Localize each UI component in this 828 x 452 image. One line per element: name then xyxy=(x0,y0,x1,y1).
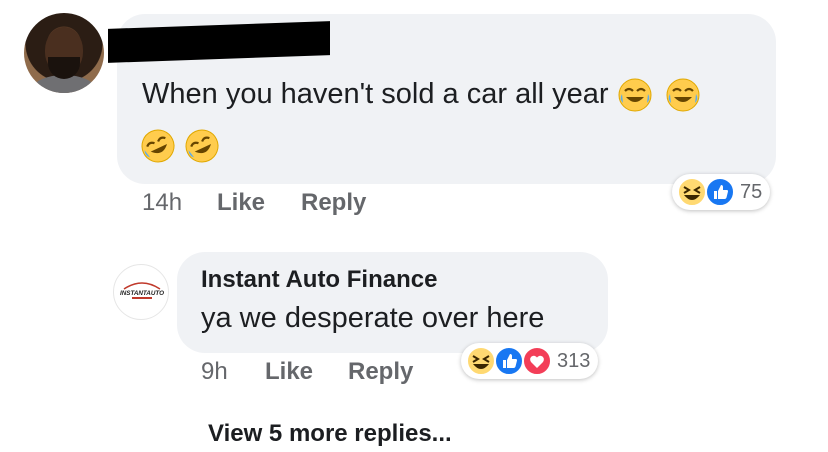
page-avatar[interactable]: INSTANTAUTO xyxy=(113,264,169,320)
commenter-avatar[interactable] xyxy=(24,13,104,93)
reply-reply-button[interactable]: Reply xyxy=(348,358,413,386)
love-icon xyxy=(522,346,552,376)
reaction-summary[interactable]: 75 xyxy=(672,174,771,210)
reply-button[interactable]: Reply xyxy=(301,189,366,217)
reply-text: ya we desperate over here xyxy=(201,302,545,334)
svg-text:INSTANTAUTO: INSTANTAUTO xyxy=(120,290,164,297)
emoji-row xyxy=(140,128,224,164)
comment-meta: 14h xyxy=(142,189,182,217)
rofl-emoji-icon xyxy=(141,129,175,163)
comment-timestamp[interactable]: 14h xyxy=(142,189,182,216)
rofl-emoji-icon xyxy=(185,129,219,163)
like-icon xyxy=(705,177,735,207)
reply-timestamp[interactable]: 9h xyxy=(201,358,228,386)
reaction-count: 313 xyxy=(557,349,591,372)
joy-emoji-icon xyxy=(618,78,652,112)
reply-like-button[interactable]: Like xyxy=(265,358,313,386)
reaction-count: 75 xyxy=(740,180,763,203)
reply-reaction-summary[interactable]: 313 xyxy=(461,343,599,379)
like-button[interactable]: Like xyxy=(217,189,265,217)
joy-emoji-icon xyxy=(666,78,700,112)
instant-auto-logo-icon: INSTANTAUTO xyxy=(120,282,164,299)
comment-text-content: When you haven't sold a car all year xyxy=(142,78,609,110)
view-more-replies-link[interactable]: View 5 more replies... xyxy=(208,420,452,448)
comment-text: When you haven't sold a car all year xyxy=(142,76,705,113)
reply-author-name[interactable]: Instant Auto Finance xyxy=(201,266,437,294)
